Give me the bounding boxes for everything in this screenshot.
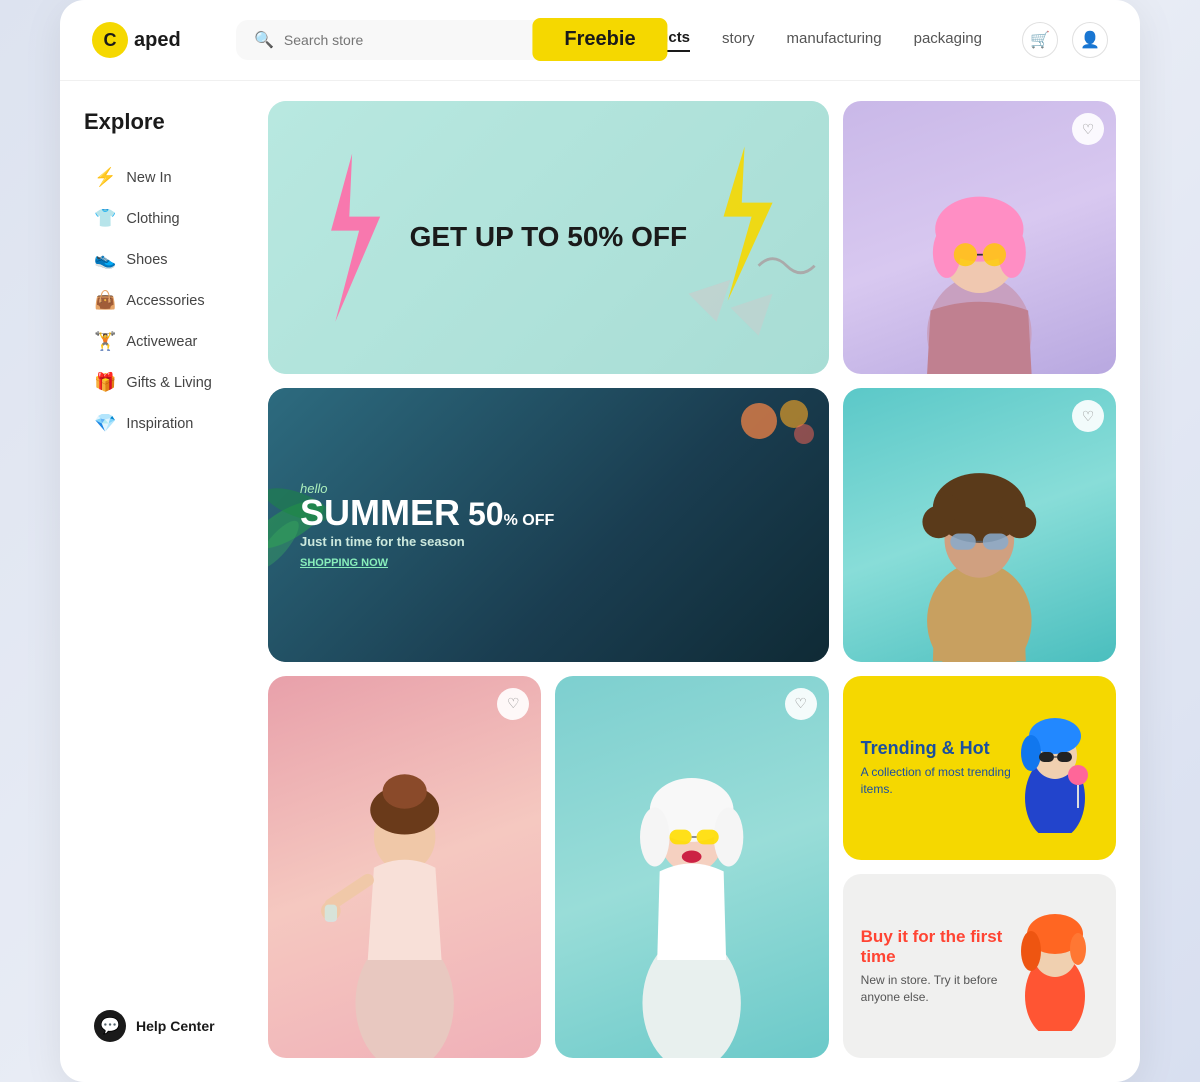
sidebar-item-activewear[interactable]: 🏋 Activewear xyxy=(84,323,236,360)
promo2-cta[interactable]: SHOPPING NOW xyxy=(300,557,797,569)
accessories-icon: 👜 xyxy=(94,290,116,311)
fav-btn-photo1[interactable]: ♡ xyxy=(1072,113,1104,145)
nav-story[interactable]: story xyxy=(722,30,755,51)
trending-title: Trending & Hot xyxy=(861,738,1013,760)
help-label: Help Center xyxy=(136,1018,215,1034)
sidebar-label-accessories: Accessories xyxy=(126,293,204,309)
content-grid: GET UP TO 50% OFF xyxy=(260,81,1140,1082)
sidebar-label-clothing: Clothing xyxy=(126,211,179,227)
buy-text: Buy it for the first time New in store. … xyxy=(861,927,1013,1005)
promo-card-50off[interactable]: GET UP TO 50% OFF xyxy=(268,101,829,374)
sidebar-item-inspiration[interactable]: 💎 Inspiration xyxy=(84,405,236,442)
sidebar-item-accessories[interactable]: 👜 Accessories xyxy=(84,282,236,319)
promo2-percent: 50% OFF xyxy=(468,498,554,530)
promo-card-summer[interactable]: hello SUMMER 50% OFF Just in time for th… xyxy=(268,388,829,661)
sidebar-label-new-in: New In xyxy=(126,170,171,186)
logo-icon: C xyxy=(92,22,128,58)
lightning-icon: ⚡ xyxy=(94,167,116,188)
clothing-icon: 👕 xyxy=(94,208,116,229)
sidebar-item-shoes[interactable]: 👟 Shoes xyxy=(84,241,236,278)
promo1-title: GET UP TO 50% OFF xyxy=(308,222,789,253)
sidebar: Explore ⚡ New In 👕 Clothing 👟 Shoes 👜 Ac… xyxy=(60,81,260,1082)
help-center[interactable]: 💬 Help Center xyxy=(84,998,236,1054)
fav-btn-photo4[interactable]: ♡ xyxy=(785,688,817,720)
freebie-badge: Freebie xyxy=(532,18,667,61)
trending-model-figure xyxy=(1013,703,1098,833)
trending-card[interactable]: Trending & Hot A collection of most tren… xyxy=(843,676,1116,860)
sidebar-item-gifts[interactable]: 🎁 Gifts & Living xyxy=(84,364,236,401)
sidebar-label-inspiration: Inspiration xyxy=(126,416,193,432)
app-card: C aped 🔍 products story manufacturing pa… xyxy=(60,0,1140,1082)
promo1-content: GET UP TO 50% OFF xyxy=(268,101,829,374)
nav-manufacturing[interactable]: manufacturing xyxy=(787,30,882,51)
buy-model-figure xyxy=(1013,901,1098,1031)
activewear-icon: 🏋 xyxy=(94,331,116,352)
photo-card-white-wig[interactable]: ♡ xyxy=(555,676,828,1059)
photo-card-pink-dress[interactable]: ♡ xyxy=(268,676,541,1059)
sidebar-item-new-in[interactable]: ⚡ New In xyxy=(84,159,236,196)
sidebar-label-shoes: Shoes xyxy=(126,252,167,268)
photo-card-pink-wig[interactable]: ♡ xyxy=(843,101,1116,374)
promo2-sub: Just in time for the season xyxy=(300,534,797,549)
shoes-icon: 👟 xyxy=(94,249,116,270)
promo2-season: SUMMER xyxy=(300,496,460,530)
sidebar-nav: ⚡ New In 👕 Clothing 👟 Shoes 👜 Accessorie… xyxy=(84,159,236,998)
trending-subtitle: A collection of most trending items. xyxy=(861,764,1013,798)
logo[interactable]: C aped xyxy=(92,22,212,58)
nav-packaging[interactable]: packaging xyxy=(914,30,982,51)
sidebar-label-activewear: Activewear xyxy=(126,334,197,350)
sidebar-item-clothing[interactable]: 👕 Clothing xyxy=(84,200,236,237)
fav-btn-photo3[interactable]: ♡ xyxy=(497,688,529,720)
trending-text: Trending & Hot A collection of most tren… xyxy=(861,738,1013,797)
sidebar-label-gifts: Gifts & Living xyxy=(126,375,211,391)
buy-subtitle: New in store. Try it before anyone else. xyxy=(861,972,1013,1006)
trending-buy-column: Trending & Hot A collection of most tren… xyxy=(843,676,1116,1059)
header-icons: 🛒 👤 xyxy=(1022,22,1108,58)
main-nav: products story manufacturing packaging xyxy=(626,29,982,52)
promo2-content: hello SUMMER 50% OFF Just in time for th… xyxy=(268,388,829,661)
inspiration-icon: 💎 xyxy=(94,413,116,434)
sidebar-title: Explore xyxy=(84,109,236,135)
logo-text: aped xyxy=(134,29,181,52)
photo-card-curly-hair[interactable]: ♡ xyxy=(843,388,1116,661)
gifts-icon: 🎁 xyxy=(94,372,116,393)
help-icon: 💬 xyxy=(94,1010,126,1042)
user-button[interactable]: 👤 xyxy=(1072,22,1108,58)
cart-button[interactable]: 🛒 xyxy=(1022,22,1058,58)
search-icon: 🔍 xyxy=(254,30,274,50)
main-content: Explore ⚡ New In 👕 Clothing 👟 Shoes 👜 Ac… xyxy=(60,81,1140,1082)
buy-title: Buy it for the first time xyxy=(861,927,1013,968)
buy-card[interactable]: Buy it for the first time New in store. … xyxy=(843,874,1116,1058)
